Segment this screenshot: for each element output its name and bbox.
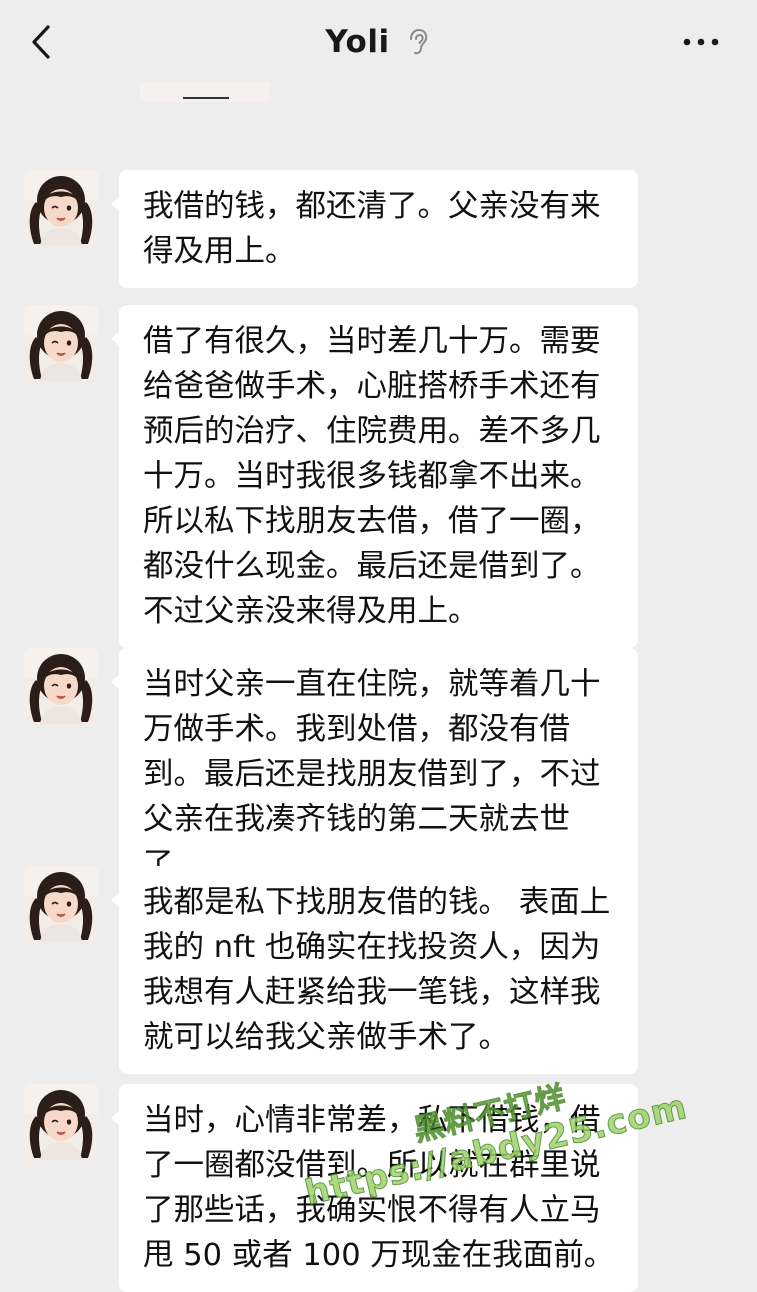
more-options-button[interactable] — [681, 24, 721, 60]
avatar[interactable] — [24, 1084, 98, 1160]
avatar[interactable] — [24, 170, 98, 246]
message-bubble[interactable]: 当时父亲一直在住院，就等着几十万做手术。我到处借，都没有借到。最后还是找朋友借到… — [111, 648, 638, 901]
avatar-image — [24, 1084, 98, 1160]
chat-header: Yoli — [0, 0, 757, 86]
previous-message-stub — [140, 82, 270, 102]
message-bubble[interactable]: 当时，心情非常差，私下借钱，借了一圈都没借到。所以就在群里说了那些话，我确实恨不… — [111, 1084, 638, 1292]
avatar-image — [24, 170, 98, 246]
chat-title: Yoli — [325, 24, 390, 60]
message-bubble[interactable]: 我借的钱，都还清了。父亲没有来得及用上。 — [111, 170, 638, 288]
avatar-image — [24, 648, 98, 724]
ear-icon — [409, 28, 427, 55]
avatar-image — [24, 866, 98, 942]
avatar[interactable] — [24, 305, 98, 381]
avatar[interactable] — [24, 866, 98, 942]
previous-message-line — [183, 97, 229, 99]
avatar-image — [24, 305, 98, 381]
message-bubble[interactable]: 借了有很久，当时差几十万。需要给爸爸做手术，心脏搭桥手术还有预后的治疗、住院费用… — [111, 305, 638, 648]
more-dots-icon — [683, 38, 719, 46]
chat-title-group: Yoli — [0, 20, 757, 64]
message-bubble[interactable]: 我都是私下找朋友借的钱。 表面上我的 nft 也确实在找投资人，因为我想有人赶紧… — [111, 866, 638, 1074]
avatar[interactable] — [24, 648, 98, 724]
